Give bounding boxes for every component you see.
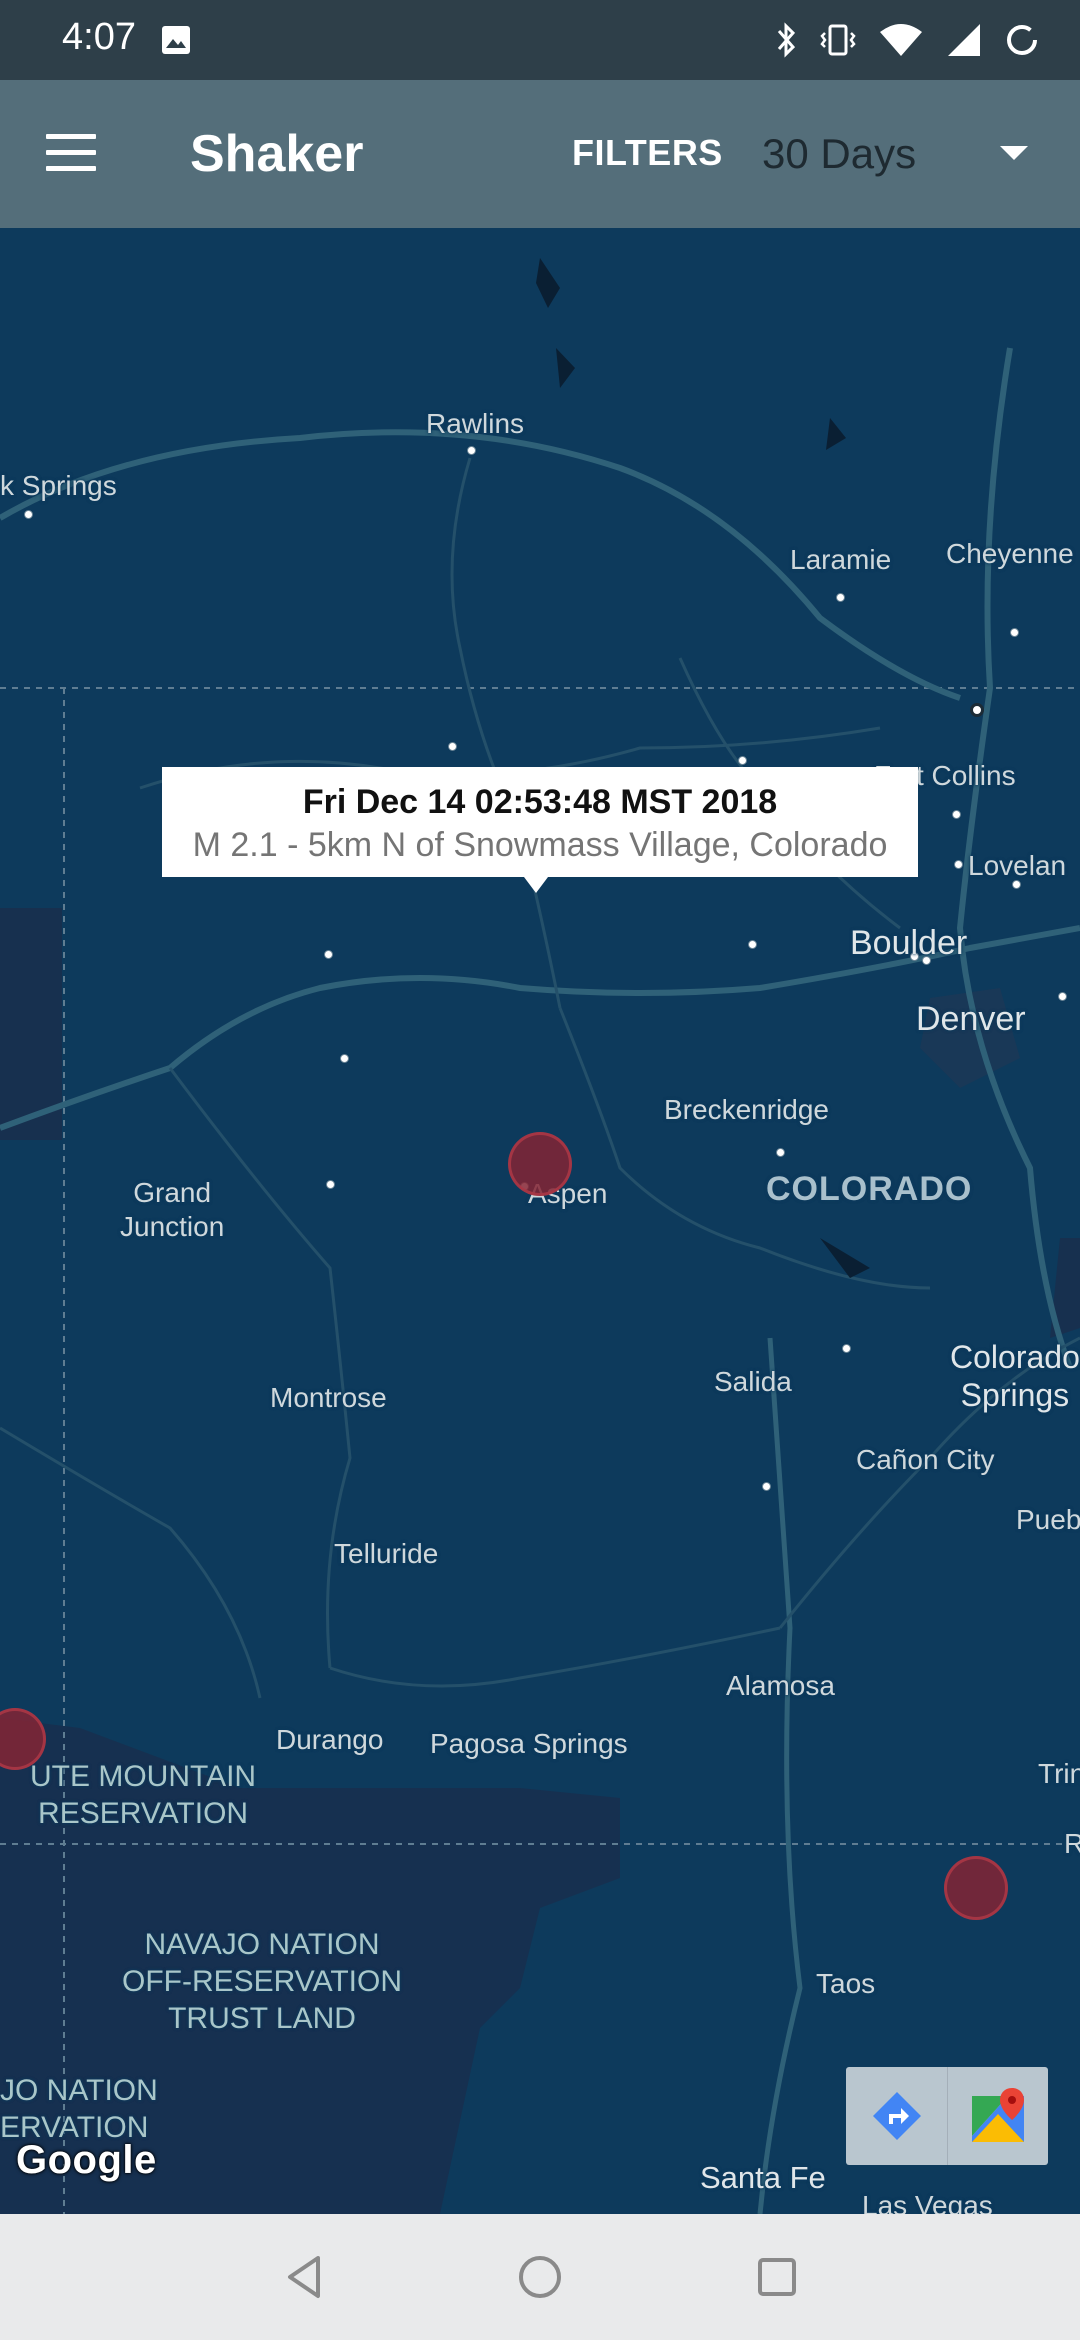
map-label-raton: R [1064,1828,1080,1859]
map-label-springs: k Springs [0,470,117,501]
status-bar: 4:07 [0,0,1080,80]
google-logo: Google [16,2138,157,2182]
map-label-rawlins: Rawlins [426,408,525,439]
city-dot [1010,628,1019,637]
open-in-maps-button[interactable] [947,2067,1048,2165]
map-label-salida: Salida [714,1366,792,1397]
bluetooth-icon [777,22,796,58]
city-dot [970,703,984,717]
marker-info-window[interactable]: Fri Dec 14 02:53:48 MST 2018 M 2.1 - 5km… [162,767,918,893]
signal-icon [948,24,980,56]
map-label-las-vegas: Las Vegas [862,2190,993,2214]
map-label-boulder: Boulder [850,924,968,962]
map-label-colorado-springs: Colorado Springs [950,1339,1080,1413]
map-label-navajo-reservation: JO NATION ERVATION [0,2074,158,2144]
filters-button[interactable]: FILTERS [572,132,723,174]
city-dot [467,446,476,455]
earthquake-marker[interactable] [944,1856,1008,1920]
map-label-cheyenne: Cheyenne [946,538,1074,569]
directions-icon [872,2092,921,2140]
map-label-denver: Denver [916,1000,1026,1038]
map-label-telluride: Telluride [334,1538,439,1569]
map-label-colorado: COLORADO [766,1170,973,1208]
city-dot [340,1054,349,1063]
hamburger-menu-icon[interactable] [46,134,100,174]
map-label-taos: Taos [816,1968,876,1999]
status-icons [776,18,1040,62]
info-window-subtitle: M 2.1 - 5km N of Snowmass Village, Color… [192,826,888,864]
city-dot [762,1482,771,1491]
city-dot [776,1148,785,1157]
map-label-grand-junction: Grand Junction [120,1177,225,1242]
time-range-dropdown[interactable]: 30 Days [760,124,1060,188]
map-label-canon-city: Cañon City [856,1444,995,1475]
home-icon[interactable] [515,2252,565,2302]
city-dot [952,810,961,819]
city-dot [954,860,963,869]
city-dot [836,593,845,602]
wifi-icon [880,24,922,56]
earthquake-marker[interactable] [508,1132,572,1196]
app-screen: 4:07 Shaker FILTERS 30 Days Rawlins k Sp… [0,0,1080,2340]
time-range-value: 30 Days [762,130,917,177]
city-dot [448,742,457,751]
dropdown-arrow-icon [1000,146,1028,160]
map-label-pueblo: Pueb [1016,1504,1080,1535]
map-toolbar [846,2067,1048,2165]
back-icon[interactable] [280,2252,330,2302]
map-label-alamosa: Alamosa [726,1670,835,1701]
map-view[interactable]: Rawlins k Springs Laramie Cheyenne Fort … [0,228,1080,2214]
map-label-durango: Durango [276,1724,384,1755]
map-label-loveland: Lovelan [968,850,1067,881]
city-dot [324,950,333,959]
city-dot [326,1180,335,1189]
recents-icon[interactable] [752,2252,802,2302]
image-icon [162,26,190,54]
google-maps-icon [972,2088,1024,2142]
city-dot [842,1344,851,1353]
city-dot [738,756,747,765]
info-window-title: Fri Dec 14 02:53:48 MST 2018 [302,783,778,821]
map-label-trinidad: Trin [1038,1758,1080,1789]
directions-button[interactable] [846,2067,947,2165]
city-dot [1058,992,1067,1001]
vibrate-icon [820,24,856,56]
navigation-bar [0,2214,1080,2340]
map-label-pagosa-springs: Pagosa Springs [430,1728,628,1759]
city-dot [748,940,757,949]
map-label-laramie: Laramie [790,544,892,575]
map-label-santa-fe: Santa Fe [700,2160,826,2195]
city-dot [24,510,33,519]
map-label-ute-mountain: UTE MOUNTAIN RESERVATION [30,1760,257,1830]
battery-charging-icon [1007,25,1037,55]
map-label-navajo-off-reservation: NAVAJO NATION OFF-RESERVATION TRUST LAND [122,1928,403,2035]
app-title: Shaker [190,125,364,183]
map-label-breckenridge: Breckenridge [664,1094,829,1125]
status-time: 4:07 [62,16,136,58]
map-label-montrose: Montrose [270,1382,387,1413]
app-bar: Shaker FILTERS 30 Days [0,80,1080,228]
